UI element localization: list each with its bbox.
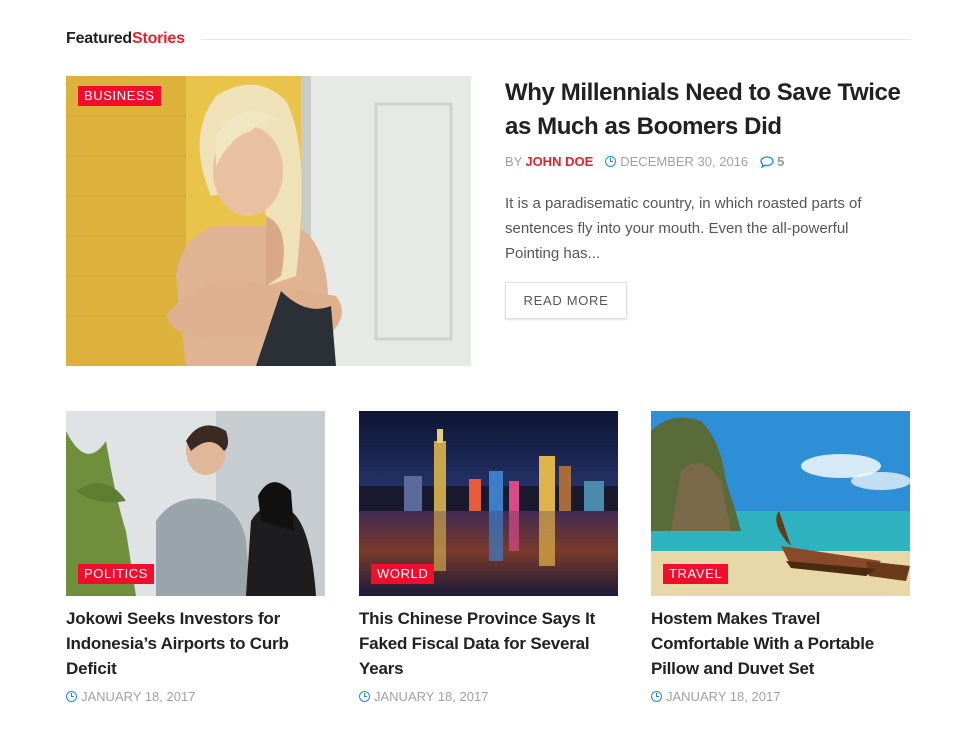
story-card-politics: POLITICS Jokowi Seeks Investors for Indo… — [66, 411, 325, 704]
card-title[interactable]: Jokowi Seeks Investors for Indonesia’s A… — [66, 606, 325, 681]
category-badge[interactable]: WORLD — [371, 564, 435, 584]
story-card-world: WORLD This Chinese Province Says It Fake… — [359, 411, 618, 704]
comment-icon — [760, 155, 774, 168]
category-badge[interactable]: BUSINESS — [78, 86, 161, 106]
byline-label: BY — [505, 154, 523, 169]
clock-icon — [359, 691, 370, 702]
featured-date-text: DECEMBER 30, 2016 — [620, 154, 749, 169]
card-image[interactable]: WORLD — [359, 411, 618, 596]
card-title[interactable]: This Chinese Province Says It Faked Fisc… — [359, 606, 618, 681]
featured-date: DECEMBER 30, 2016 — [605, 154, 748, 169]
featured-image[interactable]: BUSINESS — [66, 76, 471, 366]
featured-photo — [66, 76, 471, 366]
featured-excerpt: It is a paradisematic country, in which … — [505, 195, 862, 262]
card-date: JANUARY 18, 2017 — [374, 689, 489, 704]
card-meta: JANUARY 18, 2017 — [66, 689, 325, 704]
clock-icon — [66, 691, 77, 702]
featured-meta: BY JOHN DOE DECEMBER 30, 2016 5 — [505, 154, 784, 169]
featured-title[interactable]: Why Millennials Need to Save Twice as Mu… — [505, 76, 905, 144]
section-title: FeaturedStories — [66, 30, 185, 48]
section-title-part2: Stories — [131, 30, 185, 47]
card-title[interactable]: Hostem Makes Travel Comfortable With a P… — [651, 606, 910, 681]
category-badge[interactable]: TRAVEL — [663, 564, 729, 584]
comments-link[interactable]: 5 — [760, 154, 784, 169]
card-image[interactable]: POLITICS — [66, 411, 325, 596]
card-date: JANUARY 18, 2017 — [666, 689, 781, 704]
section-title-part1: Featured — [66, 30, 132, 47]
comment-count: 5 — [777, 154, 785, 169]
read-more-button[interactable]: READ MORE — [505, 282, 627, 319]
clock-icon — [651, 691, 662, 702]
card-image[interactable]: TRAVEL — [651, 411, 910, 596]
card-meta: JANUARY 18, 2017 — [359, 689, 618, 704]
card-meta: JANUARY 18, 2017 — [651, 689, 910, 704]
section-divider — [201, 38, 910, 40]
story-card-travel: TRAVEL Hostem Makes Travel Comfortable W… — [651, 411, 910, 704]
category-badge[interactable]: POLITICS — [78, 564, 155, 584]
clock-icon — [605, 156, 617, 167]
section-header: FeaturedStories — [66, 29, 910, 49]
author-link[interactable]: JOHN DOE — [525, 154, 593, 169]
card-date: JANUARY 18, 2017 — [81, 689, 196, 704]
